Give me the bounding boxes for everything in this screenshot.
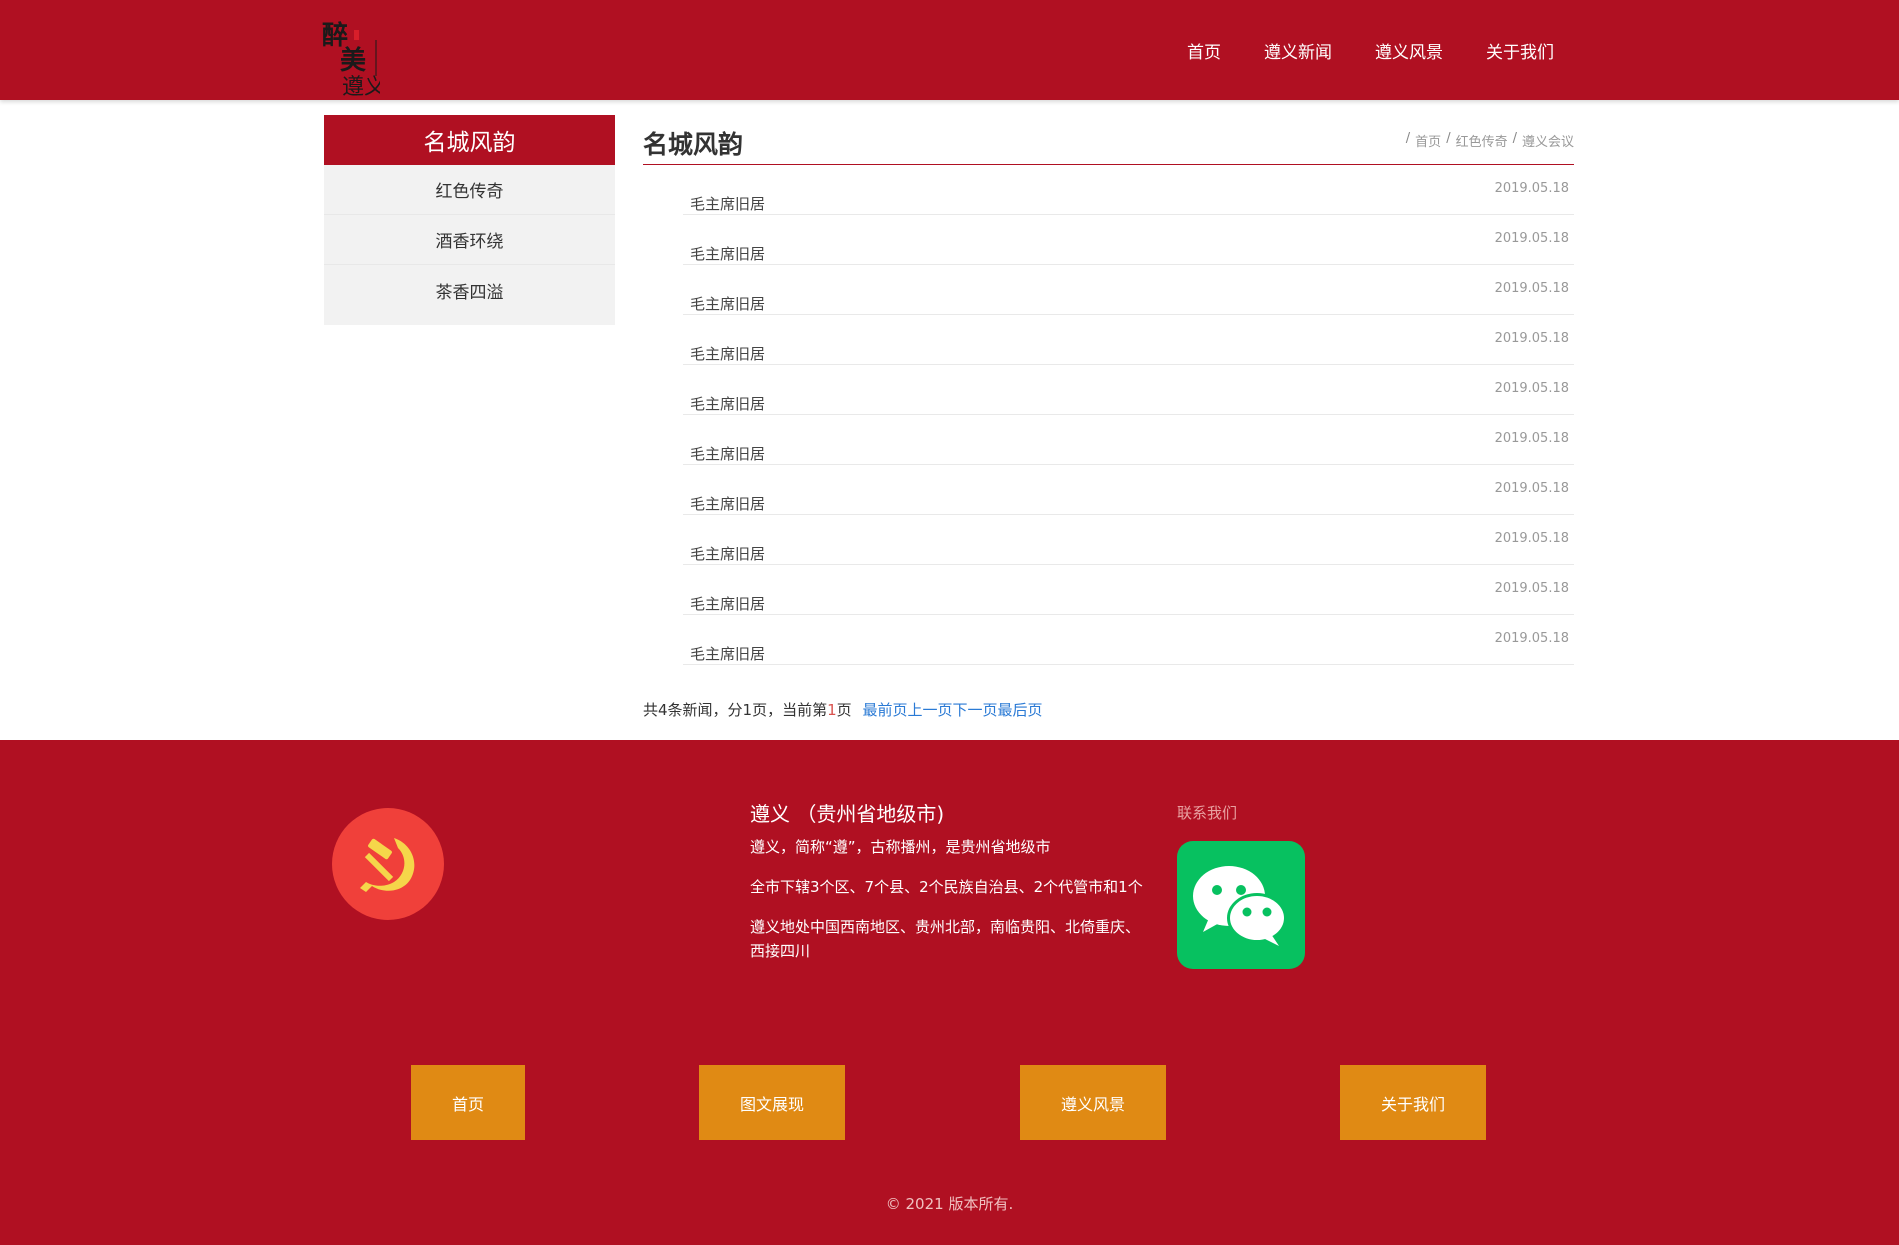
news-item[interactable]: 毛主席旧居 2019.05.18 [683,615,1574,665]
breadcrumb-zunyi-meeting[interactable]: 遵义会议 [1522,131,1574,150]
city-info: 遵义 （贵州省地级市) 遵义，简称“遵”，古称播州，是贵州省地级市 全市下辖3个… [750,798,1150,979]
pager-prev-link[interactable]: 上一页 [907,701,952,719]
city-info-paragraph: 全市下辖3个区、7个县、2个民族自治县、2个代管市和1个 [750,878,1143,896]
sidebar-item-tea[interactable]: 茶香四溢 [324,265,615,315]
nav-about-us[interactable]: 关于我们 [1486,38,1554,63]
news-item[interactable]: 毛主席旧居 2019.05.18 [683,415,1574,465]
page-title: 名城风韵 [643,130,744,159]
site-logo[interactable]: 醉 美 遵义 [320,14,386,100]
site-header: 醉 美 遵义 首页 遵义新闻 遵义风景 关于我们 [0,0,1899,100]
nav-zunyi-news[interactable]: 遵义新闻 [1264,38,1332,63]
footer-nav: 首页 图文展现 遵义风景 关于我们 [0,1065,1899,1140]
sidebar-list: 红色传奇 酒香环绕 茶香四溢 [324,165,615,325]
news-item[interactable]: 毛主席旧居 2019.05.18 [683,465,1574,515]
sidebar: 名城风韵 红色传奇 酒香环绕 茶香四溢 [324,115,615,325]
news-date: 2019.05.18 [1494,631,1569,646]
breadcrumb-separator: / [1512,131,1517,146]
news-date: 2019.05.18 [1494,181,1569,196]
sidebar-item-liquor[interactable]: 酒香环绕 [324,215,615,265]
news-date: 2019.05.18 [1494,531,1569,546]
sidebar-item-red-legend[interactable]: 红色传奇 [324,165,615,215]
news-title[interactable]: 毛主席旧居 [690,343,765,364]
copyright: © 2021 版本所有. [885,1195,1014,1213]
svg-text:美: 美 [340,45,366,76]
nav-home[interactable]: 首页 [1187,38,1221,63]
city-info-paragraph: 遵义，简称“遵”，古称播州，是贵州省地级市 [750,838,1051,856]
city-info-paragraph: 遵义地处中国西南地区、贵州北部，南临贵阳、北倚重庆、西接四川 [750,918,1141,960]
news-title[interactable]: 毛主席旧居 [690,643,765,664]
pagination: 共4条新闻，分1页，当前第1页 最前页上一页下一页最后页 [643,699,1574,720]
news-item[interactable]: 毛主席旧居 2019.05.18 [683,365,1574,415]
news-title[interactable]: 毛主席旧居 [690,243,765,264]
svg-text:遵义: 遵义 [342,75,380,96]
news-title[interactable]: 毛主席旧居 [690,593,765,614]
footer-nav-scenery[interactable]: 遵义风景 [1020,1065,1166,1140]
contact-section: 联系我们 [1177,802,1305,969]
pager-last-link[interactable]: 最后页 [997,701,1042,719]
main-nav: 首页 遵义新闻 遵义风景 关于我们 [1144,0,1554,100]
breadcrumb-separator: / [1405,131,1411,146]
news-date: 2019.05.18 [1494,281,1569,296]
news-date: 2019.05.18 [1494,381,1569,396]
breadcrumb-home[interactable]: 首页 [1415,131,1441,150]
breadcrumb-red-legend[interactable]: 红色传奇 [1456,131,1508,150]
news-list: 毛主席旧居 2019.05.18 毛主席旧居 2019.05.18 毛主席旧居 201… [683,165,1574,665]
news-title[interactable]: 毛主席旧居 [690,293,765,314]
news-item[interactable]: 毛主席旧居 2019.05.18 [683,315,1574,365]
news-title[interactable]: 毛主席旧居 [690,493,765,514]
nav-zunyi-scenery[interactable]: 遵义风景 [1375,38,1443,63]
pager-summary-pre: 共4条新闻，分1页，当前第 [643,701,828,719]
breadcrumb: / 首页 / 红色传奇 / 遵义会议 [1401,131,1574,150]
contact-label: 联系我们 [1177,804,1238,822]
main-header: 名城风韵 / 首页 / 红色传奇 / 遵义会议 [643,115,1574,165]
news-date: 2019.05.18 [1494,231,1569,246]
news-item[interactable]: 毛主席旧居 2019.05.18 [683,265,1574,315]
news-item[interactable]: 毛主席旧居 2019.05.18 [683,165,1574,215]
wechat-icon[interactable] [1177,841,1305,969]
footer-nav-home[interactable]: 首页 [411,1065,525,1140]
news-item[interactable]: 毛主席旧居 2019.05.18 [683,515,1574,565]
pager-next-link[interactable]: 下一页 [952,701,997,719]
news-date: 2019.05.18 [1494,581,1569,596]
news-date: 2019.05.18 [1494,431,1569,446]
news-title[interactable]: 毛主席旧居 [690,443,765,464]
news-title[interactable]: 毛主席旧居 [690,393,765,414]
news-item[interactable]: 毛主席旧居 2019.05.18 [683,565,1574,615]
news-title[interactable]: 毛主席旧居 [690,193,765,214]
news-item[interactable]: 毛主席旧居 2019.05.18 [683,215,1574,265]
footer-nav-about[interactable]: 关于我们 [1340,1065,1486,1140]
news-date: 2019.05.18 [1494,331,1569,346]
footer-nav-gallery[interactable]: 图文展现 [699,1065,845,1140]
breadcrumb-separator: / [1446,131,1451,146]
party-emblem-icon [332,808,444,920]
news-title[interactable]: 毛主席旧居 [690,543,765,564]
city-info-title: 遵义 （贵州省地级市) [750,802,945,826]
sidebar-title: 名城风韵 [324,115,615,165]
site-footer: 遵义 （贵州省地级市) 遵义，简称“遵”，古称播州，是贵州省地级市 全市下辖3个… [0,740,1899,1245]
news-date: 2019.05.18 [1494,481,1569,496]
main-content: 名城风韵 / 首页 / 红色传奇 / 遵义会议 毛主席旧居 2019.05.18 … [643,115,1574,720]
pager-current-page: 1 [827,701,837,719]
pager-first-link[interactable]: 最前页 [862,701,907,719]
pager-summary-post: 页 [836,701,852,719]
